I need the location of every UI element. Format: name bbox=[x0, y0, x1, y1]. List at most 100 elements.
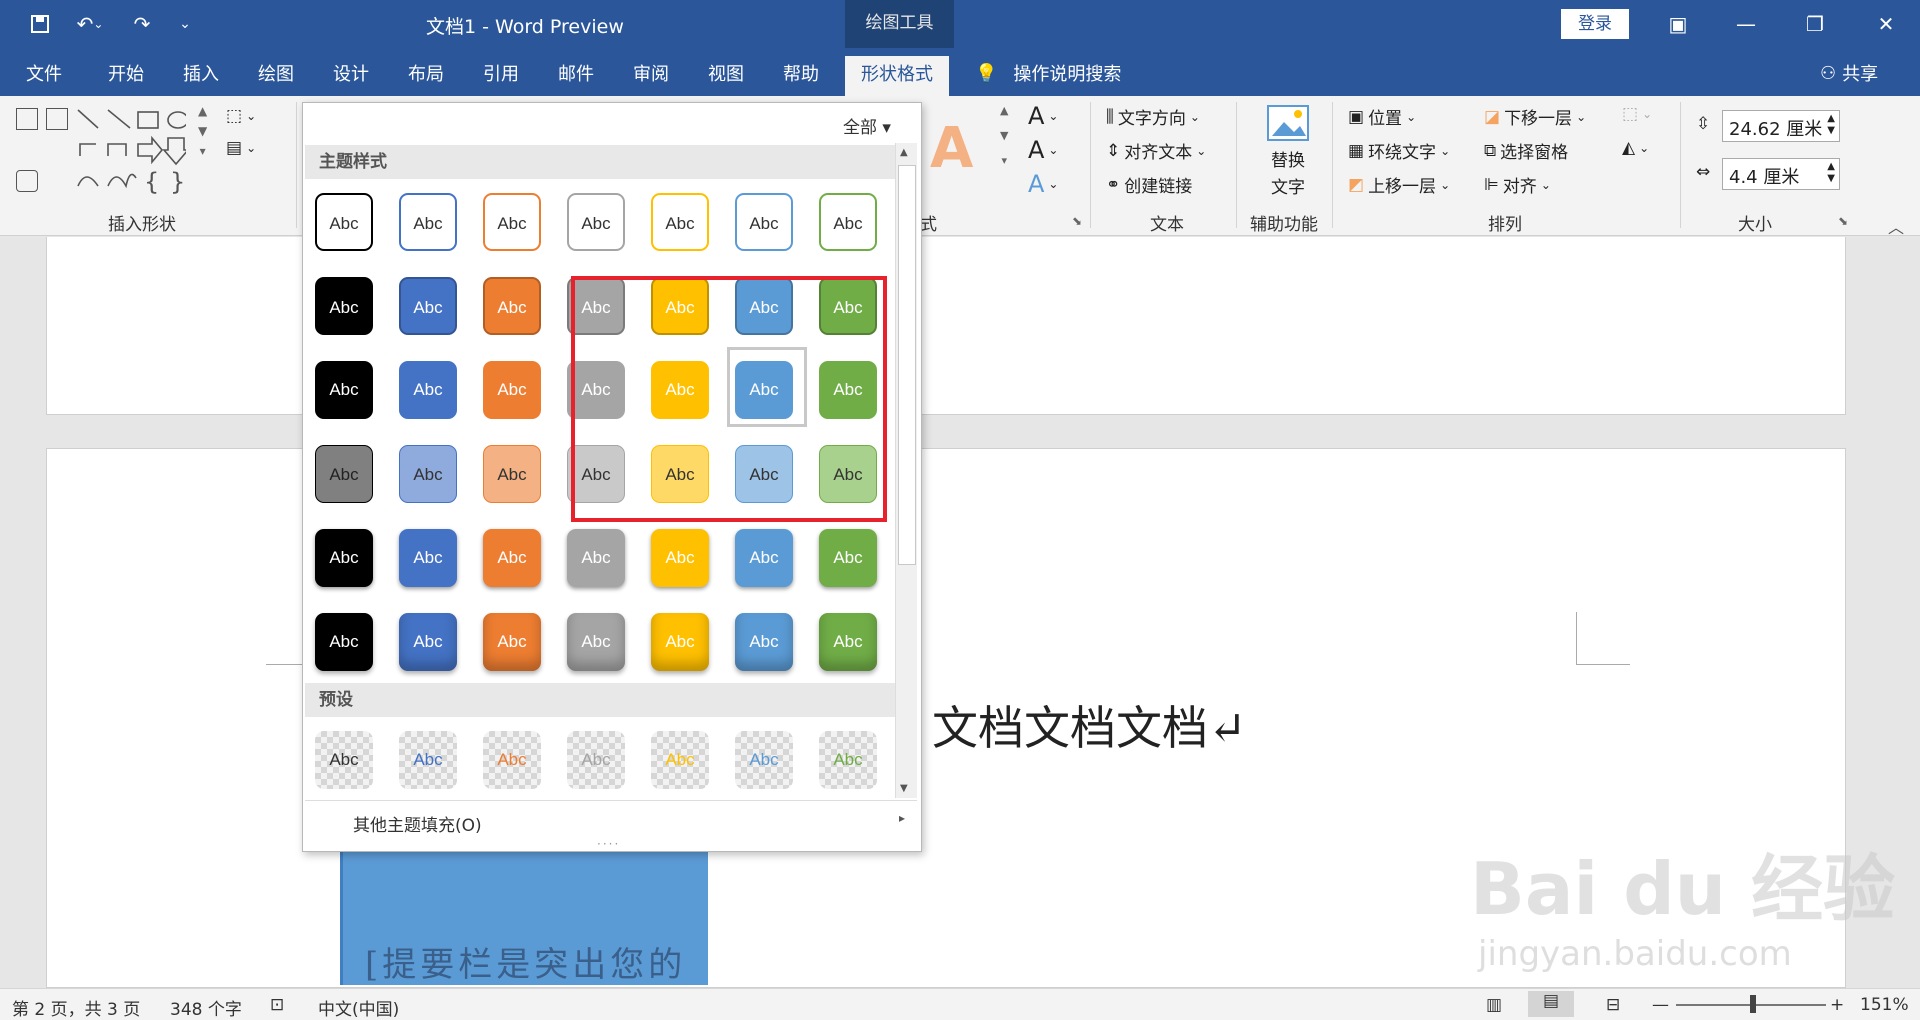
redo-icon[interactable]: ↷ bbox=[128, 10, 156, 38]
language-indicator[interactable]: 中文(中国) bbox=[318, 995, 399, 1020]
sidebar-shape[interactable]: [提要栏是突出您的 bbox=[340, 835, 708, 985]
sidebar-text[interactable]: [提要栏是突出您的 bbox=[365, 937, 686, 986]
page-count[interactable]: 第 2 页，共 3 页 bbox=[12, 995, 140, 1020]
theme-style-swatch[interactable]: Abc bbox=[483, 613, 541, 671]
preset-style-swatch[interactable]: Abc bbox=[651, 731, 709, 789]
theme-style-swatch[interactable]: Abc bbox=[483, 277, 541, 335]
theme-style-swatch[interactable]: Abc bbox=[735, 529, 793, 587]
preset-style-swatch[interactable]: Abc bbox=[315, 731, 373, 789]
wrap-text-button[interactable]: ▦ 环绕文字 ⌄ bbox=[1348, 138, 1450, 164]
rounded-rect-shape-icon[interactable] bbox=[16, 170, 38, 192]
scroll-up-icon[interactable]: ▲ bbox=[900, 147, 908, 158]
tab-layout[interactable]: 布局 bbox=[408, 60, 444, 86]
shapes-gallery-scroll[interactable]: ▲ ▼ ▾ bbox=[198, 104, 207, 158]
tab-help[interactable]: 帮助 bbox=[783, 60, 819, 86]
gallery-scroll-thumb[interactable] bbox=[898, 165, 916, 565]
selection-pane-button[interactable]: ⧉ 选择窗格 bbox=[1484, 138, 1568, 164]
theme-style-swatch[interactable]: Abc bbox=[399, 529, 457, 587]
shape-height-input[interactable]: 24.62 厘米 ▲ ▼ bbox=[1722, 110, 1840, 142]
vertical-text-box-shape-icon[interactable] bbox=[46, 108, 68, 130]
gallery-scrollbar[interactable]: ▲ ▼ bbox=[895, 143, 917, 798]
preset-style-swatch[interactable]: Abc bbox=[399, 731, 457, 789]
save-icon[interactable] bbox=[26, 10, 54, 38]
align-text-button[interactable]: ⇕ 对齐文本 ⌄ bbox=[1106, 138, 1206, 164]
more-theme-fills-item[interactable]: 其他主题填充(O) bbox=[353, 811, 482, 836]
group-objects-icon[interactable]: ⬚ ⌄ bbox=[1622, 104, 1652, 124]
preset-style-swatch[interactable]: Abc bbox=[735, 731, 793, 789]
send-backward-button[interactable]: ◪ 下移一层 ⌄ bbox=[1484, 104, 1586, 130]
theme-style-swatch[interactable]: Abc bbox=[315, 529, 373, 587]
preset-style-swatch[interactable]: Abc bbox=[819, 731, 877, 789]
shape-width-input[interactable]: 4.4 厘米 ▲ ▼ bbox=[1722, 158, 1840, 190]
zoom-out-icon[interactable]: — bbox=[1652, 995, 1669, 1015]
preset-style-swatch[interactable]: Abc bbox=[567, 731, 625, 789]
text-fill-icon[interactable]: A ⌄ bbox=[1028, 102, 1058, 130]
tab-design[interactable]: 设计 bbox=[333, 60, 369, 86]
theme-style-swatch[interactable]: Abc bbox=[315, 361, 373, 419]
create-link-button[interactable]: ⚭ 创建链接 bbox=[1106, 172, 1192, 198]
tab-shape-format[interactable]: 形状格式 bbox=[845, 56, 949, 96]
restore-icon[interactable]: ❐ bbox=[1795, 10, 1835, 38]
share-button[interactable]: ⚇ 共享 bbox=[1820, 60, 1878, 86]
web-layout-icon[interactable]: ⊟ bbox=[1606, 995, 1620, 1015]
preset-style-swatch[interactable]: Abc bbox=[483, 731, 541, 789]
text-effects-icon[interactable]: A ⌄ bbox=[1028, 170, 1058, 198]
tab-references[interactable]: 引用 bbox=[483, 60, 519, 86]
theme-style-swatch[interactable]: Abc bbox=[315, 193, 373, 251]
gallery-filter-dropdown[interactable]: 全部 ▾ bbox=[843, 113, 891, 138]
position-button[interactable]: ▣ 位置 ⌄ bbox=[1348, 104, 1416, 130]
tab-home[interactable]: 开始 bbox=[108, 60, 144, 86]
resize-grip-icon[interactable]: ···· bbox=[597, 837, 620, 851]
proofing-icon[interactable]: ⊡ bbox=[270, 995, 284, 1015]
theme-style-swatch[interactable]: Abc bbox=[315, 277, 373, 335]
tab-mailings[interactable]: 邮件 bbox=[558, 60, 594, 86]
tab-file[interactable]: 文件 bbox=[26, 60, 62, 86]
theme-style-swatch[interactable]: Abc bbox=[483, 529, 541, 587]
zoom-level[interactable]: 151% bbox=[1860, 995, 1909, 1015]
minimize-icon[interactable]: — bbox=[1726, 10, 1766, 38]
wordart-style-icon[interactable]: A bbox=[930, 116, 973, 181]
tab-view[interactable]: 视图 bbox=[708, 60, 744, 86]
theme-style-swatch[interactable]: Abc bbox=[567, 529, 625, 587]
theme-style-swatch[interactable]: Abc bbox=[651, 613, 709, 671]
theme-style-swatch[interactable]: Abc bbox=[399, 613, 457, 671]
close-icon[interactable]: ✕ bbox=[1866, 10, 1906, 38]
theme-style-swatch[interactable]: Abc bbox=[651, 529, 709, 587]
tell-me-search[interactable]: 💡 操作说明搜索 bbox=[975, 60, 1121, 86]
rotate-icon[interactable]: ◭ ⌄ bbox=[1622, 138, 1649, 158]
undo-icon[interactable]: ↶ ⌄ bbox=[70, 10, 110, 38]
theme-style-swatch[interactable]: Abc bbox=[483, 193, 541, 251]
document-body-text[interactable]: 文档文档文档↵ bbox=[932, 692, 1247, 758]
theme-style-swatch[interactable]: Abc bbox=[651, 193, 709, 251]
theme-style-swatch[interactable]: Abc bbox=[399, 361, 457, 419]
ribbon-display-options-icon[interactable]: ▣ bbox=[1658, 10, 1698, 38]
theme-style-swatch[interactable]: Abc bbox=[315, 445, 373, 503]
wordart-gallery-scroll[interactable]: ▲ ▼ ▾ bbox=[1000, 104, 1008, 167]
theme-style-swatch[interactable]: Abc bbox=[399, 193, 457, 251]
text-outline-icon[interactable]: A ⌄ bbox=[1028, 136, 1058, 164]
edit-shape-icon[interactable]: ⬚ ⌄ bbox=[226, 106, 256, 126]
theme-style-swatch[interactable]: Abc bbox=[567, 193, 625, 251]
shapes-gallery-icons[interactable]: { } bbox=[76, 108, 186, 198]
login-button[interactable]: 登录 bbox=[1561, 9, 1629, 39]
theme-style-swatch[interactable]: Abc bbox=[819, 529, 877, 587]
bring-forward-button[interactable]: ◩ 上移一层 ⌄ bbox=[1348, 172, 1450, 198]
zoom-in-icon[interactable]: + bbox=[1830, 995, 1844, 1015]
theme-style-swatch[interactable]: Abc bbox=[399, 277, 457, 335]
scroll-down-icon[interactable]: ▼ bbox=[900, 783, 908, 794]
print-layout-icon[interactable]: ▤ bbox=[1528, 991, 1574, 1017]
theme-style-swatch[interactable]: Abc bbox=[735, 193, 793, 251]
theme-style-swatch[interactable]: Abc bbox=[735, 613, 793, 671]
word-count[interactable]: 348 个字 bbox=[170, 995, 242, 1020]
tab-draw[interactable]: 绘图 bbox=[258, 60, 294, 86]
theme-style-swatch[interactable]: Abc bbox=[483, 445, 541, 503]
collapse-ribbon-icon[interactable]: ︿ bbox=[1888, 214, 1904, 238]
align-button[interactable]: ⊫ 对齐 ⌄ bbox=[1484, 172, 1551, 198]
draw-text-box-icon[interactable]: ▤ ⌄ bbox=[226, 138, 256, 158]
zoom-slider-thumb[interactable] bbox=[1750, 995, 1756, 1013]
tab-review[interactable]: 审阅 bbox=[633, 60, 669, 86]
dialog-launcher-icon[interactable]: ⬊ bbox=[1072, 214, 1082, 228]
theme-style-swatch[interactable]: Abc bbox=[819, 613, 877, 671]
theme-style-swatch[interactable]: Abc bbox=[567, 613, 625, 671]
alt-text-button[interactable]: 替换 文字 bbox=[1266, 104, 1310, 198]
